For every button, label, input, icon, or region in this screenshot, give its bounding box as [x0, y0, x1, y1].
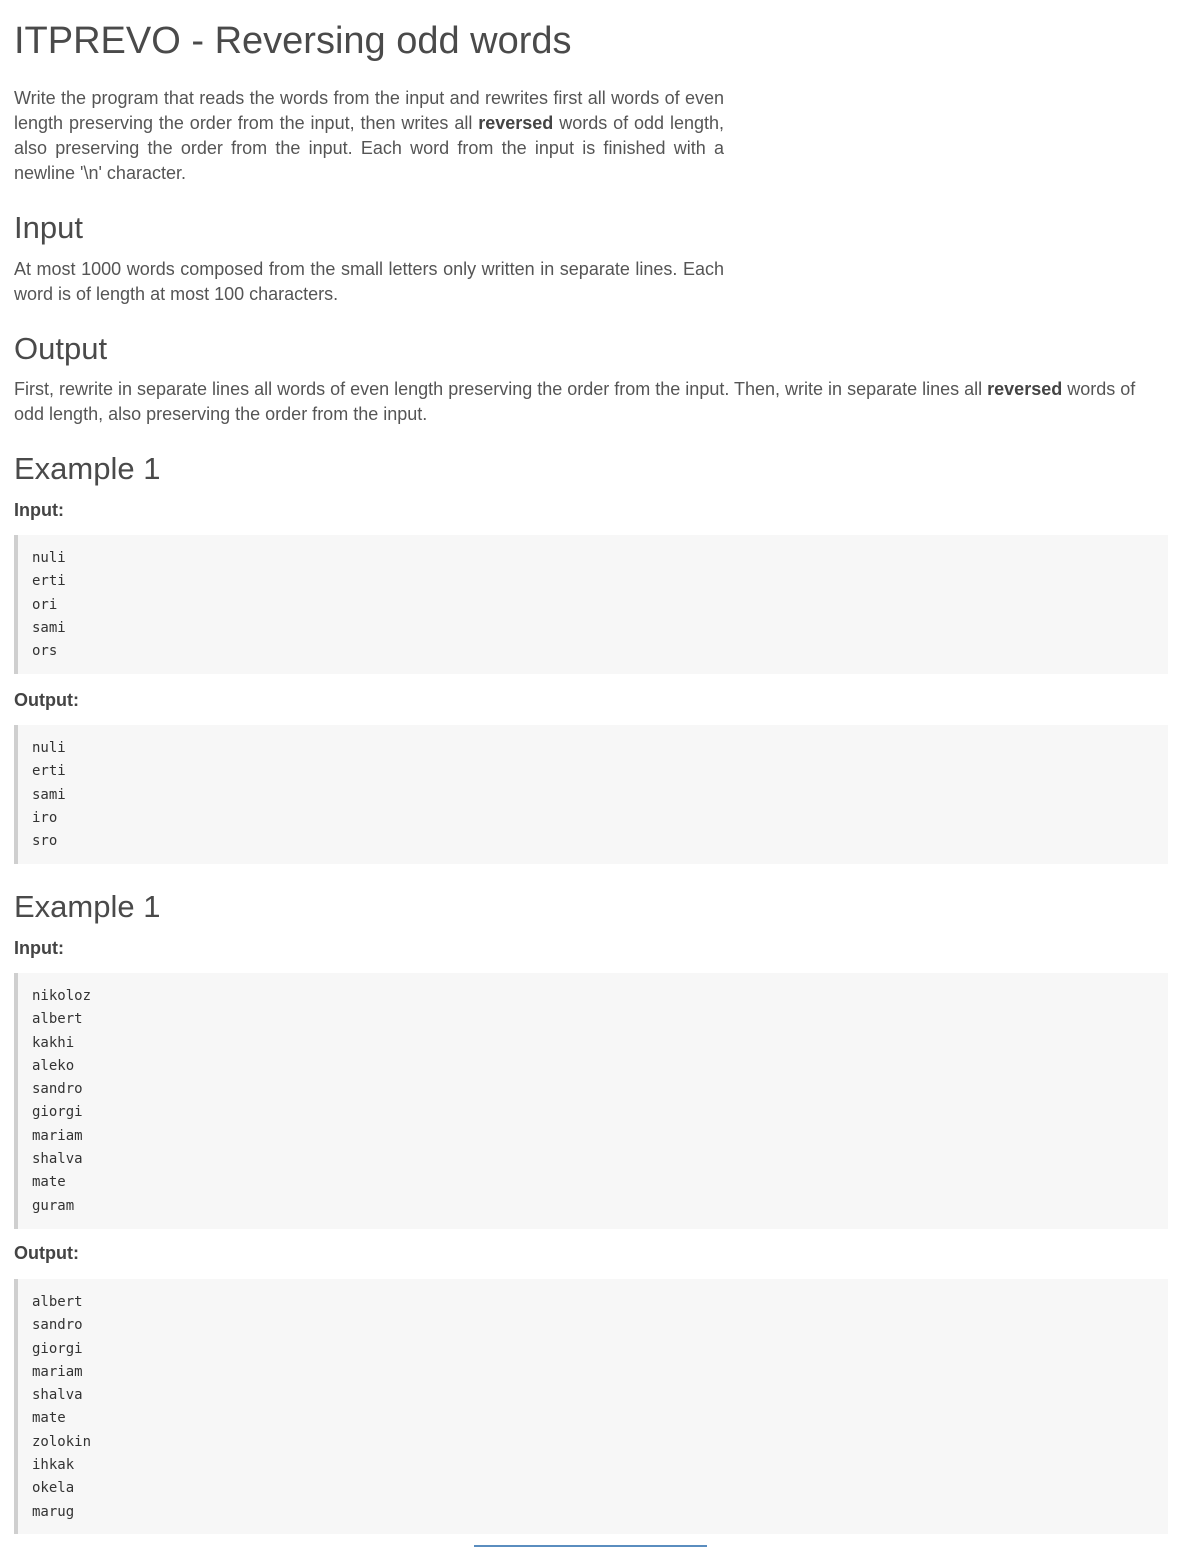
code-line: sandro — [32, 1081, 83, 1098]
code-line: marug — [32, 1503, 75, 1520]
code-line: zolokin — [32, 1433, 92, 1450]
code-line: shalva — [32, 1387, 83, 1404]
code-line: sami — [32, 786, 66, 803]
code-line: nikoloz — [32, 988, 92, 1004]
code-line: sami — [32, 619, 66, 636]
code-line: mate — [32, 1174, 66, 1191]
code-line: guram — [32, 1197, 75, 1214]
code-line: shalva — [32, 1151, 83, 1168]
code-line: sandro — [32, 1317, 83, 1334]
example-heading: Example 1 — [14, 451, 161, 486]
example-input-block: nuli erti ori sami ors — [14, 535, 1168, 674]
output-heading: Output — [14, 331, 108, 366]
code-line: albert — [32, 1294, 83, 1310]
output-description: First, rewrite in separate lines all wor… — [14, 377, 1168, 427]
code-line: okela — [32, 1480, 75, 1497]
code-line: iro — [32, 809, 58, 826]
example-input-label: Input: — [14, 500, 64, 520]
example-heading: Example 1 — [14, 889, 161, 924]
code-line: mariam — [32, 1127, 83, 1144]
code-line: mariam — [32, 1363, 83, 1380]
code-line: mate — [32, 1410, 66, 1427]
example-input-label: Input: — [14, 938, 64, 958]
page-title: ITPREVO - Reversing odd words — [14, 20, 572, 62]
output-emphasis: reversed — [987, 379, 1063, 399]
code-line: albert — [32, 1011, 83, 1028]
example-input-block: nikoloz albert kakhi aleko sandro giorgi… — [14, 973, 1168, 1229]
description-emphasis: reversed — [478, 113, 554, 133]
code-line: ihkak — [32, 1457, 75, 1474]
code-line: giorgi — [32, 1104, 83, 1121]
code-line: kakhi — [32, 1034, 75, 1051]
output-text-1: First, rewrite in separate lines all wor… — [14, 379, 988, 399]
code-line: erti — [32, 763, 66, 780]
example-output-block: albert sandro giorgi mariam shalva mate … — [14, 1279, 1168, 1534]
input-heading: Input — [14, 210, 83, 245]
code-line: nuli — [32, 550, 66, 566]
example-output-label: Output: — [14, 1243, 79, 1263]
example-output-block: nuli erti sami iro sro — [14, 725, 1168, 864]
code-line: ors — [32, 643, 58, 660]
example-output-label: Output: — [14, 690, 79, 710]
problem-description: Write the program that reads the words f… — [14, 86, 724, 186]
code-line: nuli — [32, 740, 66, 756]
code-line: giorgi — [32, 1340, 83, 1357]
code-line: aleko — [32, 1057, 75, 1074]
input-description: At most 1000 words composed from the sma… — [14, 259, 724, 304]
code-line: ori — [32, 596, 58, 613]
code-line: erti — [32, 573, 66, 590]
code-line: sro — [32, 833, 58, 850]
